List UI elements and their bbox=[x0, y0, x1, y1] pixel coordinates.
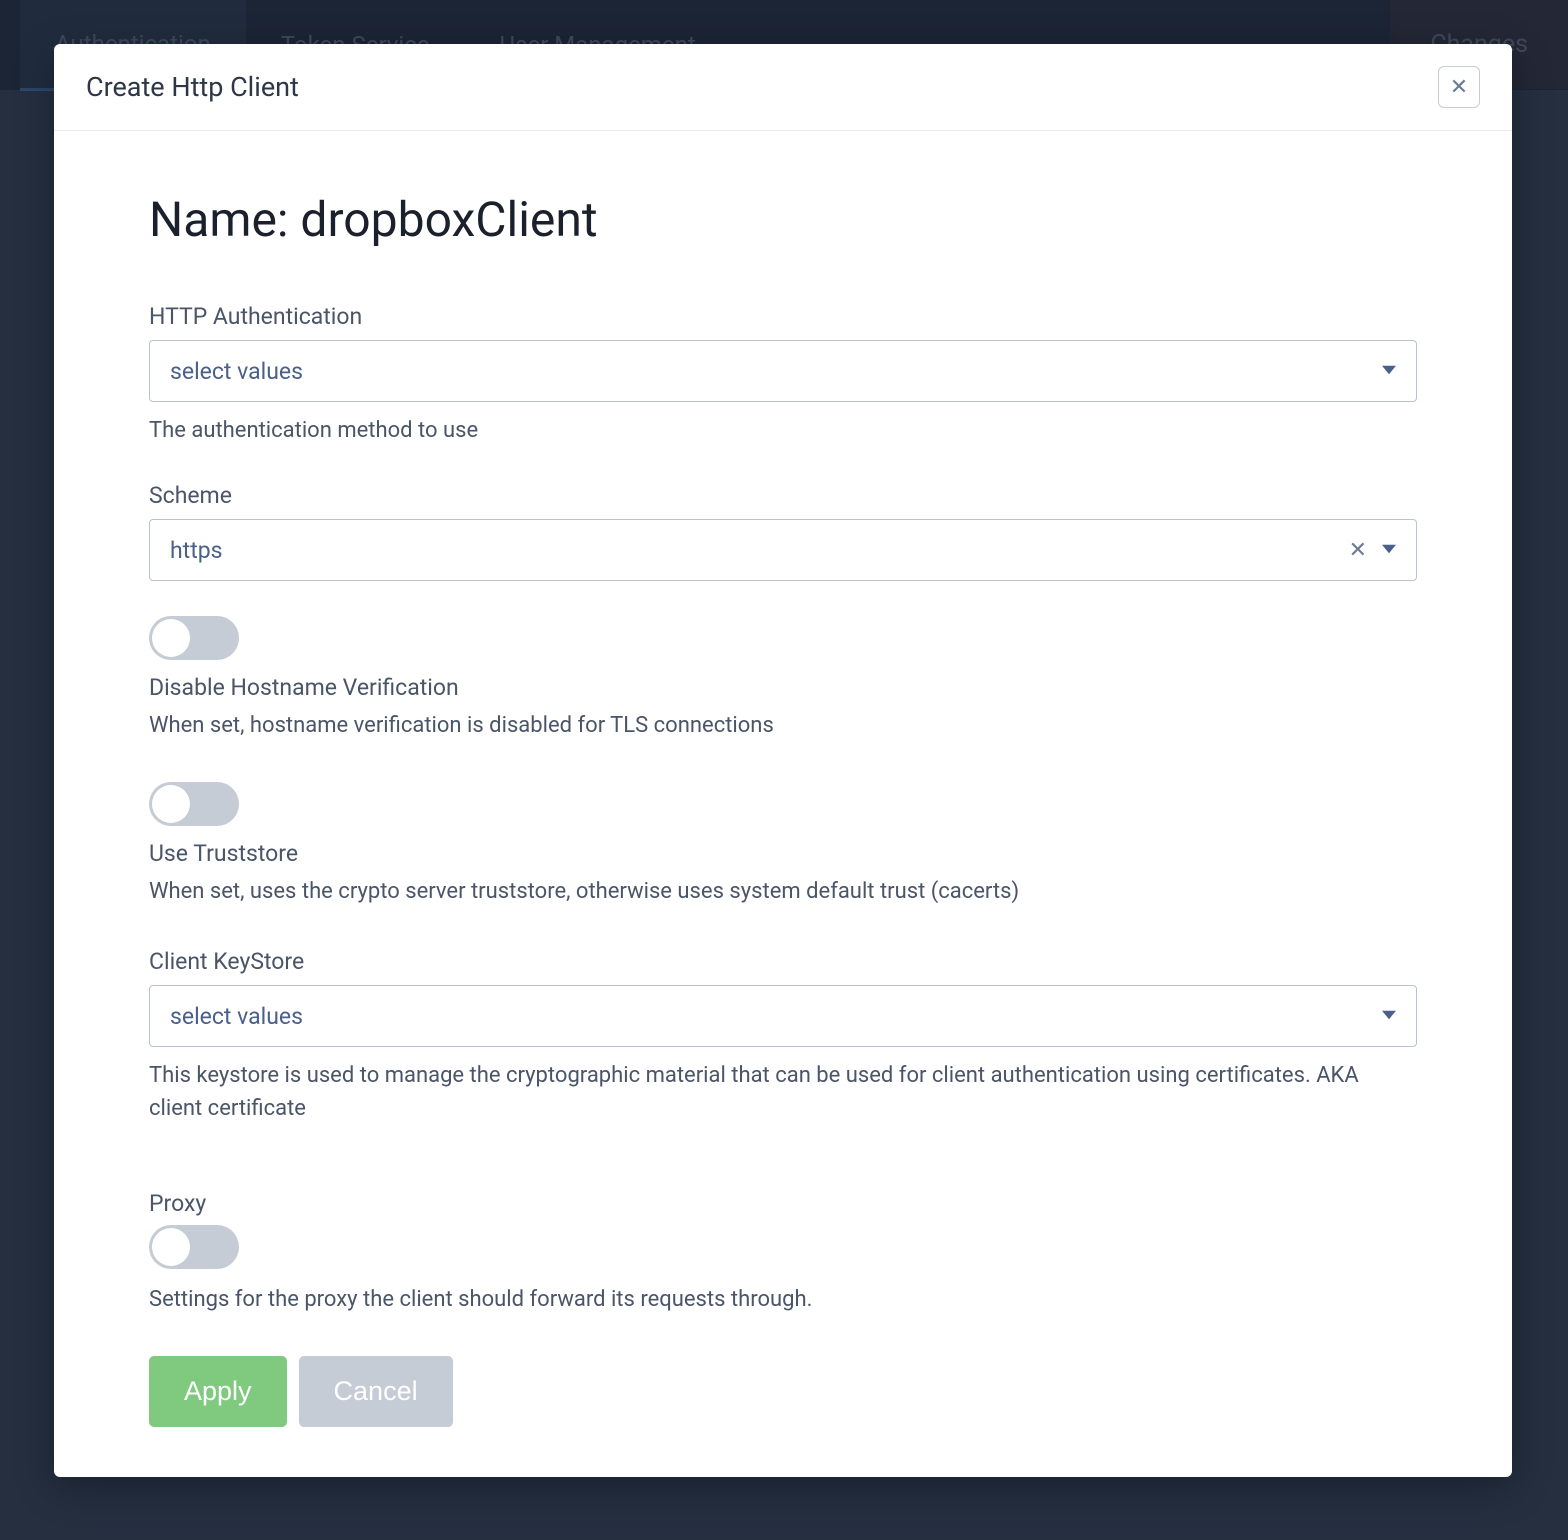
caret-down-icon bbox=[1382, 1007, 1396, 1026]
client-keystore-group: Client KeyStore select values This keyst… bbox=[149, 948, 1417, 1125]
scheme-select[interactable]: https ✕ bbox=[149, 519, 1417, 581]
disable-hostname-help: When set, hostname verification is disab… bbox=[149, 709, 1417, 742]
scheme-value: https bbox=[170, 537, 223, 564]
caret-down-icon bbox=[1382, 541, 1396, 560]
toggle-knob bbox=[152, 1228, 190, 1266]
apply-button[interactable]: Apply bbox=[149, 1356, 287, 1427]
use-truststore-label: Use Truststore bbox=[149, 840, 1417, 867]
select-icons bbox=[1382, 1007, 1396, 1026]
button-row: Apply Cancel bbox=[149, 1356, 1417, 1427]
toggle-knob bbox=[152, 619, 190, 657]
select-icons bbox=[1382, 362, 1396, 381]
use-truststore-toggle[interactable] bbox=[149, 782, 239, 826]
caret-down-icon bbox=[1382, 362, 1396, 381]
use-truststore-help: When set, uses the crypto server trustst… bbox=[149, 875, 1417, 908]
http-auth-label: HTTP Authentication bbox=[149, 303, 1417, 330]
http-auth-group: HTTP Authentication select values The au… bbox=[149, 303, 1417, 447]
toggle-knob bbox=[152, 785, 190, 823]
modal-title: Create Http Client bbox=[86, 71, 299, 103]
close-icon: ✕ bbox=[1450, 74, 1468, 100]
modal-header: Create Http Client ✕ bbox=[54, 44, 1512, 131]
cancel-button[interactable]: Cancel bbox=[299, 1356, 453, 1427]
client-keystore-value: select values bbox=[170, 1003, 303, 1030]
http-auth-help: The authentication method to use bbox=[149, 414, 1417, 447]
select-icons: ✕ bbox=[1349, 538, 1396, 563]
client-keystore-help: This keystore is used to manage the cryp… bbox=[149, 1059, 1417, 1125]
clear-icon[interactable]: ✕ bbox=[1349, 538, 1367, 563]
disable-hostname-label: Disable Hostname Verification bbox=[149, 674, 1417, 701]
disable-hostname-group: Disable Hostname Verification When set, … bbox=[149, 616, 1417, 742]
client-keystore-select[interactable]: select values bbox=[149, 985, 1417, 1047]
use-truststore-group: Use Truststore When set, uses the crypto… bbox=[149, 782, 1417, 908]
scheme-label: Scheme bbox=[149, 482, 1417, 509]
http-auth-value: select values bbox=[170, 358, 303, 385]
proxy-help: Settings for the proxy the client should… bbox=[149, 1283, 1417, 1316]
proxy-group: Proxy Settings for the proxy the client … bbox=[149, 1190, 1417, 1316]
close-button[interactable]: ✕ bbox=[1438, 66, 1480, 108]
create-http-client-modal: Create Http Client ✕ Name: dropboxClient… bbox=[54, 44, 1512, 1477]
proxy-toggle[interactable] bbox=[149, 1225, 239, 1269]
scheme-group: Scheme https ✕ bbox=[149, 482, 1417, 581]
modal-body: Name: dropboxClient HTTP Authentication … bbox=[54, 131, 1512, 1477]
client-keystore-label: Client KeyStore bbox=[149, 948, 1417, 975]
http-auth-select[interactable]: select values bbox=[149, 340, 1417, 402]
proxy-label: Proxy bbox=[149, 1190, 1417, 1217]
disable-hostname-toggle[interactable] bbox=[149, 616, 239, 660]
client-name-heading: Name: dropboxClient bbox=[149, 191, 1417, 248]
